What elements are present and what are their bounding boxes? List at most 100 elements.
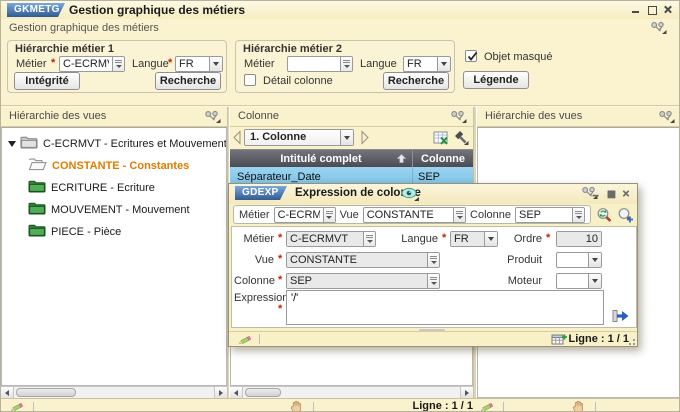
scroll-track[interactable] bbox=[14, 387, 214, 398]
form-colonne-spinner[interactable] bbox=[427, 274, 439, 288]
collapse-triangle-icon[interactable] bbox=[8, 141, 16, 147]
links-keys-icon[interactable] bbox=[658, 110, 675, 124]
tree-node-piece[interactable]: PIECE - Pièce bbox=[2, 221, 226, 242]
form-colonne-input[interactable] bbox=[287, 274, 427, 288]
scroll-thumb[interactable] bbox=[245, 388, 281, 397]
sort-ascending-icon[interactable] bbox=[396, 153, 407, 167]
colonne-panel-header: Colonne bbox=[230, 107, 473, 127]
table-header-row: Intitulé complet Colonne bbox=[230, 149, 473, 167]
form-langue-select[interactable] bbox=[451, 232, 484, 246]
form-vue-spinner[interactable] bbox=[427, 253, 439, 267]
edit-pencil-icon bbox=[479, 400, 495, 412]
toolbar-colonne-input[interactable] bbox=[516, 208, 572, 222]
breadcrumb-row: Gestion graphique des métiers bbox=[1, 19, 680, 36]
run-expression-icon[interactable] bbox=[612, 308, 630, 324]
metier-spinner[interactable] bbox=[112, 57, 124, 71]
objet-masque-checkbox[interactable] bbox=[465, 50, 477, 62]
colonne-selector-dropdown[interactable]: 1. Colonne bbox=[244, 129, 354, 146]
scroll-track[interactable] bbox=[243, 387, 460, 398]
toolbar-vue-wrap bbox=[363, 207, 466, 223]
colonne-toolbar: 1. Colonne bbox=[230, 127, 473, 149]
metier-spinner-2[interactable] bbox=[340, 57, 352, 71]
tree-node-constante[interactable]: CONSTANTE - Constantes bbox=[2, 155, 226, 176]
recherche-button-1[interactable]: Recherche bbox=[155, 72, 221, 90]
previous-record-icon[interactable] bbox=[232, 130, 242, 145]
langue-dropdown-arrow-icon-2[interactable] bbox=[437, 57, 450, 71]
close-icon[interactable] bbox=[663, 5, 673, 14]
tree-node-root[interactable]: C-ECRMVT - Ecritures et Mouvements - Cli… bbox=[2, 133, 226, 154]
toolbar-vue-input[interactable] bbox=[364, 208, 453, 222]
colonne-panel-title: Colonne bbox=[238, 110, 279, 122]
toolbar-metier-spinner[interactable] bbox=[323, 208, 335, 222]
dialog-minimize-icon[interactable] bbox=[592, 190, 601, 198]
scroll-thumb[interactable] bbox=[16, 388, 76, 397]
required-marker: * bbox=[51, 57, 55, 69]
table-add-icon[interactable] bbox=[551, 333, 568, 346]
maximize-icon[interactable] bbox=[647, 5, 657, 14]
links-keys-icon[interactable] bbox=[450, 110, 467, 124]
excel-export-icon[interactable] bbox=[433, 131, 449, 145]
form-ordre-label: Ordre bbox=[490, 233, 542, 245]
tree-node-label-selected: CONSTANTE - Constantes bbox=[52, 160, 189, 172]
form-produit-select[interactable] bbox=[557, 253, 588, 267]
links-keys-icon[interactable] bbox=[650, 21, 667, 35]
tree-node-mouvement[interactable]: MOUVEMENT - Mouvement bbox=[2, 199, 226, 220]
legende-button[interactable]: Légende bbox=[463, 71, 529, 89]
langue-select[interactable] bbox=[176, 57, 209, 71]
search-add-icon[interactable] bbox=[617, 207, 635, 224]
tree-node-label: MOUVEMENT - Mouvement bbox=[51, 204, 190, 216]
metier-input[interactable] bbox=[60, 57, 112, 71]
toolbar-vue-spinner[interactable] bbox=[453, 208, 465, 222]
moteur-dropdown-arrow-icon[interactable] bbox=[588, 274, 601, 288]
eye-visibility-icon[interactable] bbox=[401, 187, 420, 202]
links-keys-icon[interactable] bbox=[204, 110, 221, 124]
left-panel-hscrollbar[interactable] bbox=[1, 386, 227, 398]
statusbar-separator bbox=[595, 402, 596, 412]
scroll-right-icon[interactable] bbox=[214, 387, 227, 398]
required-marker: * bbox=[278, 303, 282, 315]
integrite-button[interactable]: Intégrité bbox=[14, 72, 80, 90]
dialog-form: Métier * Langue * Ordre * Vue * bbox=[231, 226, 637, 328]
dialog-close-icon[interactable] bbox=[622, 190, 631, 198]
form-metier-wrap bbox=[286, 231, 376, 247]
tree-node-ecriture[interactable]: ECRITURE - Ecriture bbox=[2, 177, 226, 198]
form-moteur-select[interactable] bbox=[557, 274, 588, 288]
form-expression-textarea[interactable]: '/' bbox=[286, 290, 604, 325]
langue-dropdown-arrow-icon[interactable] bbox=[209, 57, 222, 71]
form-vue-input[interactable] bbox=[287, 253, 427, 267]
dialog-maximize-icon[interactable] bbox=[607, 190, 616, 198]
next-record-icon[interactable] bbox=[360, 130, 370, 145]
scroll-left-icon[interactable] bbox=[1, 387, 14, 398]
group-hierarchie-metier-2: Hiérarchie métier 2 Métier Langue Détail… bbox=[235, 40, 455, 93]
metier-input-2[interactable] bbox=[288, 57, 340, 71]
langue-select-2[interactable] bbox=[404, 57, 437, 71]
form-vue-wrap bbox=[286, 252, 440, 268]
minimize-icon[interactable] bbox=[631, 5, 641, 14]
toolbar-metier-input[interactable] bbox=[275, 208, 323, 222]
colonne-panel-hscrollbar[interactable] bbox=[230, 386, 473, 398]
form-metier-input[interactable] bbox=[287, 232, 363, 246]
tree-node-label: ECRITURE - Ecriture bbox=[51, 182, 155, 194]
tree-node-label: PIECE - Pièce bbox=[51, 226, 121, 238]
detail-colonne-checkbox[interactable] bbox=[244, 74, 256, 86]
objet-masque-label: Objet masqué bbox=[484, 51, 552, 63]
recherche-button-2[interactable]: Recherche bbox=[383, 72, 449, 90]
search-refresh-icon[interactable] bbox=[596, 207, 614, 224]
table-header-colonne[interactable]: Colonne bbox=[413, 150, 473, 167]
produit-dropdown-arrow-icon[interactable] bbox=[588, 253, 601, 267]
toolbar-colonne-spinner[interactable] bbox=[572, 208, 584, 222]
form-ordre-input[interactable] bbox=[557, 232, 601, 246]
form-metier-spinner[interactable] bbox=[363, 232, 375, 246]
scroll-left-icon[interactable] bbox=[230, 387, 243, 398]
dropdown-arrow-icon[interactable] bbox=[340, 130, 353, 145]
tools-hammer-icon[interactable] bbox=[452, 130, 469, 146]
check-icon bbox=[466, 50, 479, 63]
required-marker: * bbox=[278, 274, 282, 286]
folder-green-icon bbox=[28, 201, 46, 218]
scroll-right-icon[interactable] bbox=[460, 387, 473, 398]
dialog-titlebar[interactable]: GDEXP Expression de colonne bbox=[229, 184, 637, 204]
table-header-intitule[interactable]: Intitulé complet bbox=[230, 150, 413, 167]
resize-grip[interactable] bbox=[625, 335, 635, 345]
toolbar-colonne-label: Colonne bbox=[470, 209, 511, 221]
expression-de-colonne-dialog: GDEXP Expression de colonne Métier bbox=[228, 183, 638, 347]
